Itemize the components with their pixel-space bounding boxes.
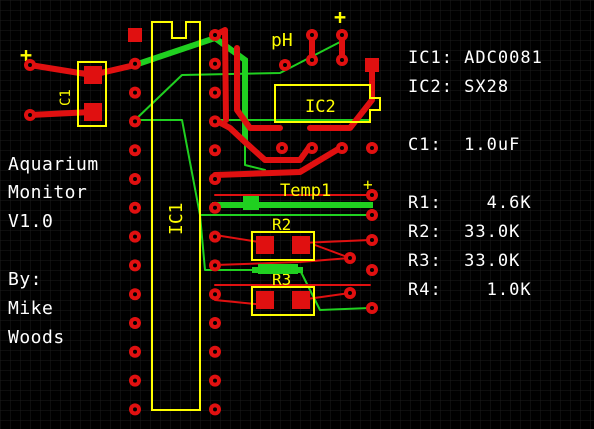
pad-hole — [213, 177, 217, 181]
pad-hole — [133, 292, 137, 297]
ph-plus-label: + — [334, 5, 346, 29]
title-line: Mike — [8, 298, 54, 319]
r-green-pad — [258, 264, 298, 274]
temp-green-pad — [243, 196, 259, 210]
pad-hole — [133, 378, 137, 383]
pad-hole — [213, 263, 217, 268]
ic1-pin1-pad — [128, 28, 142, 42]
title-line: Monitor — [8, 182, 88, 203]
pad-hole — [370, 213, 374, 217]
pad-hole — [133, 90, 137, 95]
pad-hole — [213, 234, 217, 239]
pad-hole — [213, 148, 217, 153]
parts-list-line: R1: 4.6K — [408, 193, 532, 213]
pad-hole — [310, 33, 314, 37]
c1-pad-plus — [84, 66, 102, 84]
title-line: V1.0 — [8, 211, 54, 232]
pad-hole — [133, 177, 137, 181]
pad-hole — [213, 205, 217, 210]
temp1-label: Temp1 — [280, 181, 331, 201]
pad-hole — [28, 113, 32, 117]
title-line: By: — [8, 269, 43, 290]
ic1-label: IC1 — [166, 202, 187, 235]
pad-hole — [213, 33, 217, 37]
pad-hole — [283, 63, 287, 67]
r2-pad-2 — [292, 236, 310, 254]
ic2-pin1-pad — [365, 58, 379, 72]
parts-list-line: IC1: ADC0081 — [408, 48, 543, 68]
pad-hole — [133, 407, 137, 412]
pad-hole — [370, 268, 374, 272]
pad-hole — [133, 321, 137, 325]
pad-hole — [340, 146, 344, 150]
parts-list-line: IC2: SX28 — [408, 77, 510, 97]
pad-hole — [280, 146, 284, 150]
ic2-label: IC2 — [305, 97, 336, 117]
pad-hole — [133, 205, 137, 210]
c1-label: C1 — [58, 89, 74, 106]
pad-hole — [370, 238, 374, 242]
pad-hole — [370, 146, 374, 150]
r2-pad-1 — [256, 236, 274, 254]
pad-hole — [213, 407, 217, 412]
pad-hole — [133, 119, 137, 124]
parts-list-line: R3: 33.0K — [408, 251, 521, 271]
ph-label: pH — [271, 30, 293, 51]
pad-hole — [133, 234, 137, 239]
pad-hole — [340, 33, 344, 37]
parts-list-line: R2: 33.0K — [408, 222, 521, 242]
r3-pad-2 — [292, 291, 310, 309]
pad-hole — [348, 256, 352, 260]
pad-hole — [213, 90, 217, 95]
title-line: Woods — [8, 327, 65, 348]
parts-list-line: R4: 1.0K — [408, 280, 532, 300]
pad-hole — [213, 119, 217, 124]
pad-hole — [133, 148, 137, 153]
pad-hole — [370, 193, 374, 197]
pad-hole — [340, 58, 344, 62]
pad-hole — [133, 61, 137, 66]
pad-hole — [133, 349, 137, 354]
pad-hole — [348, 291, 352, 295]
r2-label: R2 — [272, 215, 291, 234]
pad-hole — [310, 58, 314, 62]
pad-hole — [28, 63, 32, 67]
pad-hole — [213, 378, 217, 383]
c1-pad-minus — [84, 103, 102, 121]
pad-hole — [213, 292, 217, 297]
title-line: Aquarium — [8, 154, 99, 175]
pad-hole — [133, 263, 137, 268]
parts-list-line: C1: 1.0uF — [408, 135, 521, 155]
pad-hole — [213, 349, 217, 354]
r3-pad-1 — [256, 291, 274, 309]
pad-hole — [213, 61, 217, 66]
pad-hole — [370, 306, 374, 310]
pad-hole — [310, 146, 314, 150]
pad-hole — [213, 321, 217, 325]
